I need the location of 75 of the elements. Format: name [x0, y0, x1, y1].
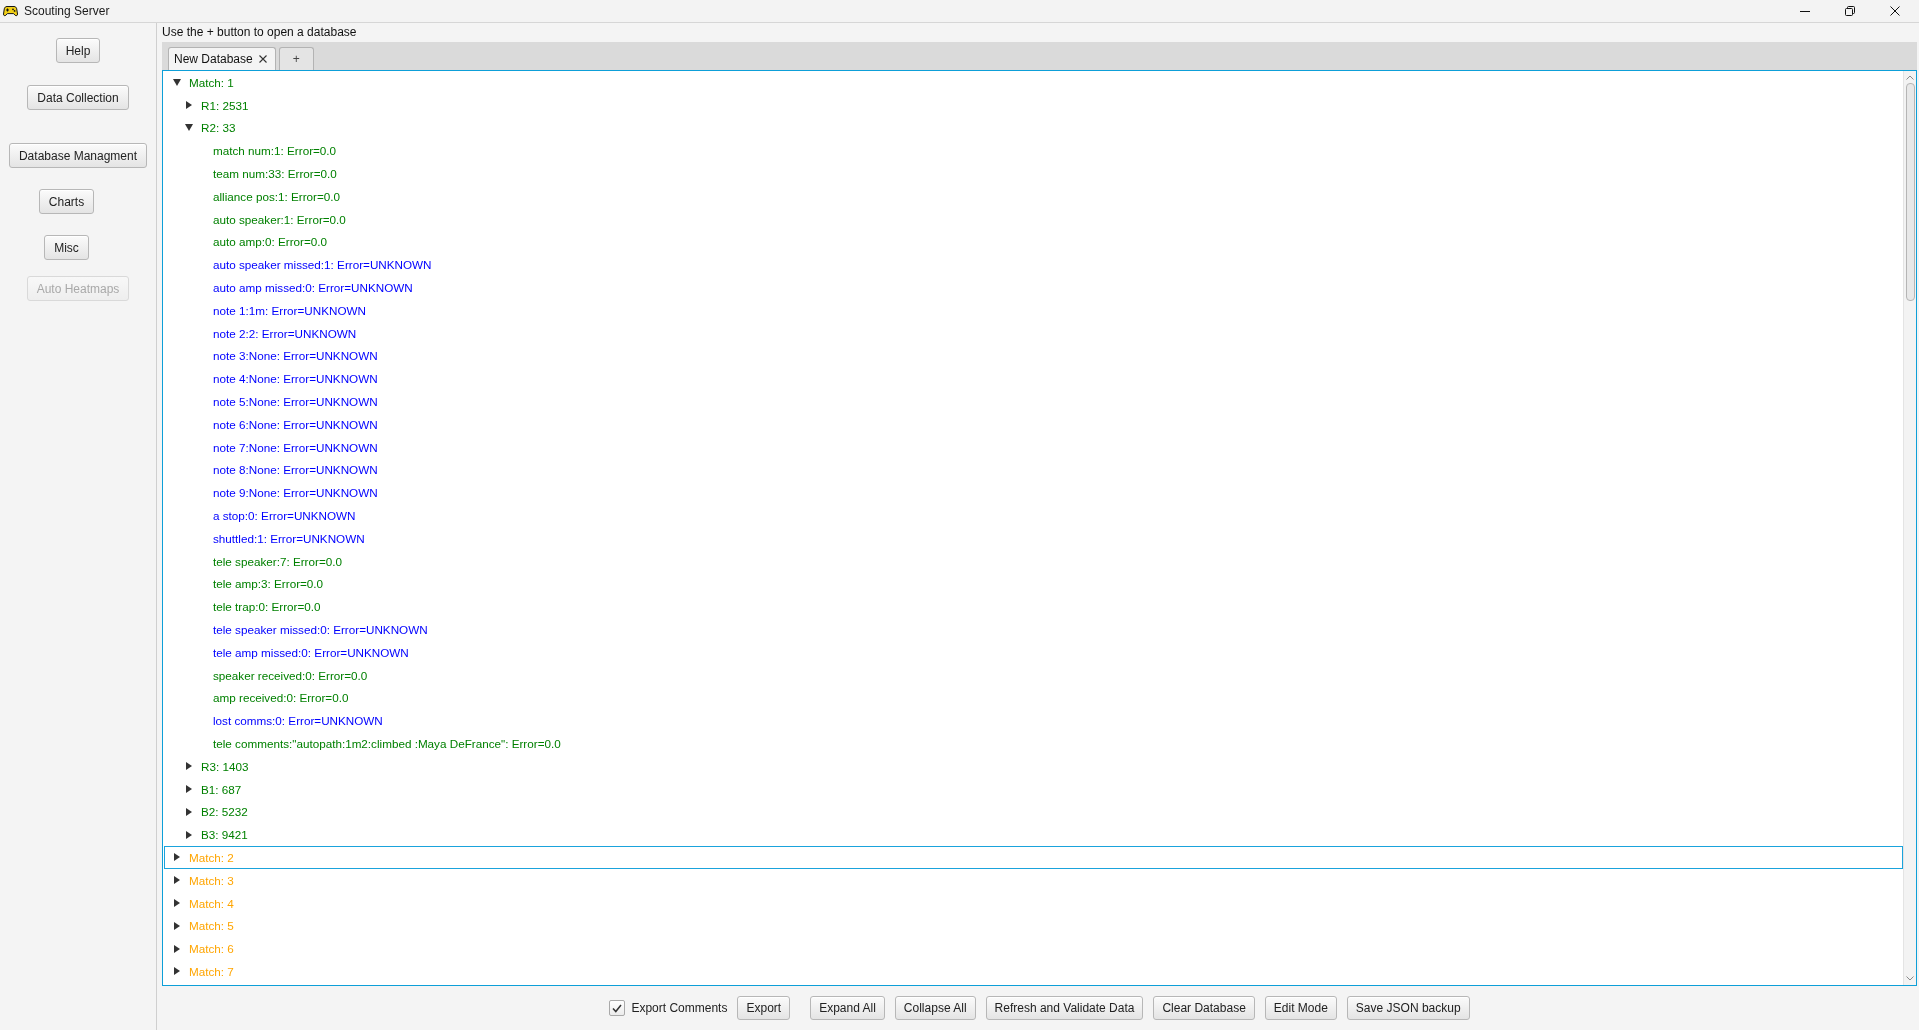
tree-item[interactable]: auto speaker missed:1: Error=UNKNOWN [164, 253, 1903, 277]
close-icon[interactable] [258, 55, 267, 63]
tree-item[interactable]: alliance pos:1: Error=0.0 [164, 185, 1903, 208]
action-button[interactable]: Export [737, 996, 791, 1020]
gamepad-icon [3, 5, 18, 17]
close-icon[interactable] [1890, 6, 1900, 16]
scrollbar[interactable] [1903, 71, 1916, 985]
checkbox[interactable] [609, 1000, 626, 1016]
tree-item[interactable]: team num:33: Error=0.0 [164, 162, 1903, 185]
tree-item[interactable]: note 2:2: Error=UNKNOWN [164, 321, 1903, 345]
tree-item[interactable]: match num:1: Error=0.0 [164, 139, 1903, 163]
scrollbar-thumb[interactable] [1905, 83, 1915, 301]
tree-item[interactable]: Match: 1 [164, 71, 1903, 94]
tree-item[interactable]: B2: 5232 [164, 800, 1903, 824]
sidebar-button[interactable]: Database Managment [8, 143, 148, 168]
tree-item[interactable]: tele amp:3: Error=0.0 [164, 572, 1903, 596]
caret-down-icon[interactable] [173, 78, 181, 86]
caret-right-icon[interactable] [186, 807, 192, 816]
checkbox-label[interactable]: Export Comments [631, 1001, 728, 1015]
tree-item[interactable]: R1: 2531 [164, 93, 1903, 117]
sidebar-button[interactable]: Charts [38, 189, 95, 214]
action-button[interactable]: Clear Database [1153, 996, 1255, 1020]
tree-item[interactable]: R2: 33 [164, 116, 1903, 140]
caret-right-icon[interactable] [186, 101, 192, 110]
caret-right-icon[interactable] [186, 785, 192, 794]
chevron-down-icon[interactable] [1906, 976, 1914, 981]
tree-item[interactable]: note 9:None: Error=UNKNOWN [164, 481, 1903, 505]
caret-right-icon[interactable] [174, 921, 180, 930]
caret-right-icon[interactable] [174, 876, 180, 885]
tree-item[interactable]: B1: 687 [164, 777, 1903, 801]
minimize-icon[interactable] [1800, 10, 1810, 12]
tree-item[interactable]: lost comms:0: Error=UNKNOWN [164, 709, 1903, 733]
action-button[interactable]: Save JSON backup [1346, 996, 1470, 1020]
action-button[interactable]: Collapse All [894, 996, 976, 1020]
tree-item[interactable]: speaker received:0: Error=0.0 [164, 663, 1903, 687]
tree-item[interactable]: tele speaker missed:0: Error=UNKNOWN [164, 618, 1903, 641]
caret-right-icon[interactable] [174, 899, 180, 908]
tree-item[interactable]: R3: 1403 [164, 754, 1903, 778]
hint-text: Use the + button to open a database [162, 25, 357, 39]
tab[interactable]: + [278, 47, 314, 70]
sidebar-button[interactable]: Misc [44, 235, 89, 260]
window-title: Scouting Server [24, 4, 110, 18]
action-button[interactable]: Edit Mode [1264, 996, 1337, 1020]
check-icon [612, 1003, 623, 1013]
caret-right-icon[interactable] [174, 944, 180, 953]
caret-right-icon[interactable] [174, 853, 180, 862]
caret-right-icon[interactable] [186, 830, 192, 839]
tree-item[interactable]: tele amp missed:0: Error=UNKNOWN [164, 640, 1903, 664]
tree-item[interactable]: B3: 9421 [164, 823, 1903, 847]
caret-down-icon[interactable] [185, 124, 193, 132]
caret-right-icon[interactable] [174, 967, 180, 976]
tree-item[interactable]: note 4:None: Error=UNKNOWN [164, 367, 1903, 391]
tree-item[interactable]: amp received:0: Error=0.0 [164, 686, 1903, 710]
sidebar-button[interactable]: Data Collection [27, 85, 129, 110]
tree-item[interactable]: note 1:1m: Error=UNKNOWN [164, 298, 1903, 322]
tree-item[interactable]: auto amp:0: Error=0.0 [164, 230, 1903, 254]
tab[interactable]: New Database [168, 47, 276, 70]
tree-item[interactable]: shuttled:1: Error=UNKNOWN [164, 526, 1903, 550]
action-button[interactable]: Refresh and Validate Data [985, 996, 1144, 1020]
chevron-up-icon[interactable] [1906, 75, 1914, 80]
restore-icon[interactable] [1845, 6, 1855, 16]
tree-item[interactable]: note 5:None: Error=UNKNOWN [164, 390, 1903, 413]
tree-item[interactable]: tele comments:"autopath:1m2:climbed :Maya DeFrance": Error=0.0 [164, 732, 1903, 755]
tree-item[interactable]: a stop:0: Error=UNKNOWN [164, 504, 1903, 527]
tree-item[interactable]: note 7:None: Error=UNKNOWN [164, 435, 1903, 459]
tree-item[interactable]: tele trap:0: Error=0.0 [164, 595, 1903, 619]
action-button[interactable]: Expand All [810, 996, 885, 1020]
tree-item[interactable]: note 3:None: Error=UNKNOWN [164, 344, 1903, 368]
caret-right-icon[interactable] [186, 762, 192, 771]
tree-item[interactable]: note 8:None: Error=UNKNOWN [164, 458, 1903, 482]
tree-item[interactable]: tele speaker:7: Error=0.0 [164, 549, 1903, 573]
sidebar-button[interactable]: Help [55, 38, 101, 63]
tree-item[interactable]: note 6:None: Error=UNKNOWN [164, 412, 1903, 436]
tree-item[interactable]: auto amp missed:0: Error=UNKNOWN [164, 276, 1903, 299]
tree-item[interactable]: auto speaker:1: Error=0.0 [164, 207, 1903, 231]
